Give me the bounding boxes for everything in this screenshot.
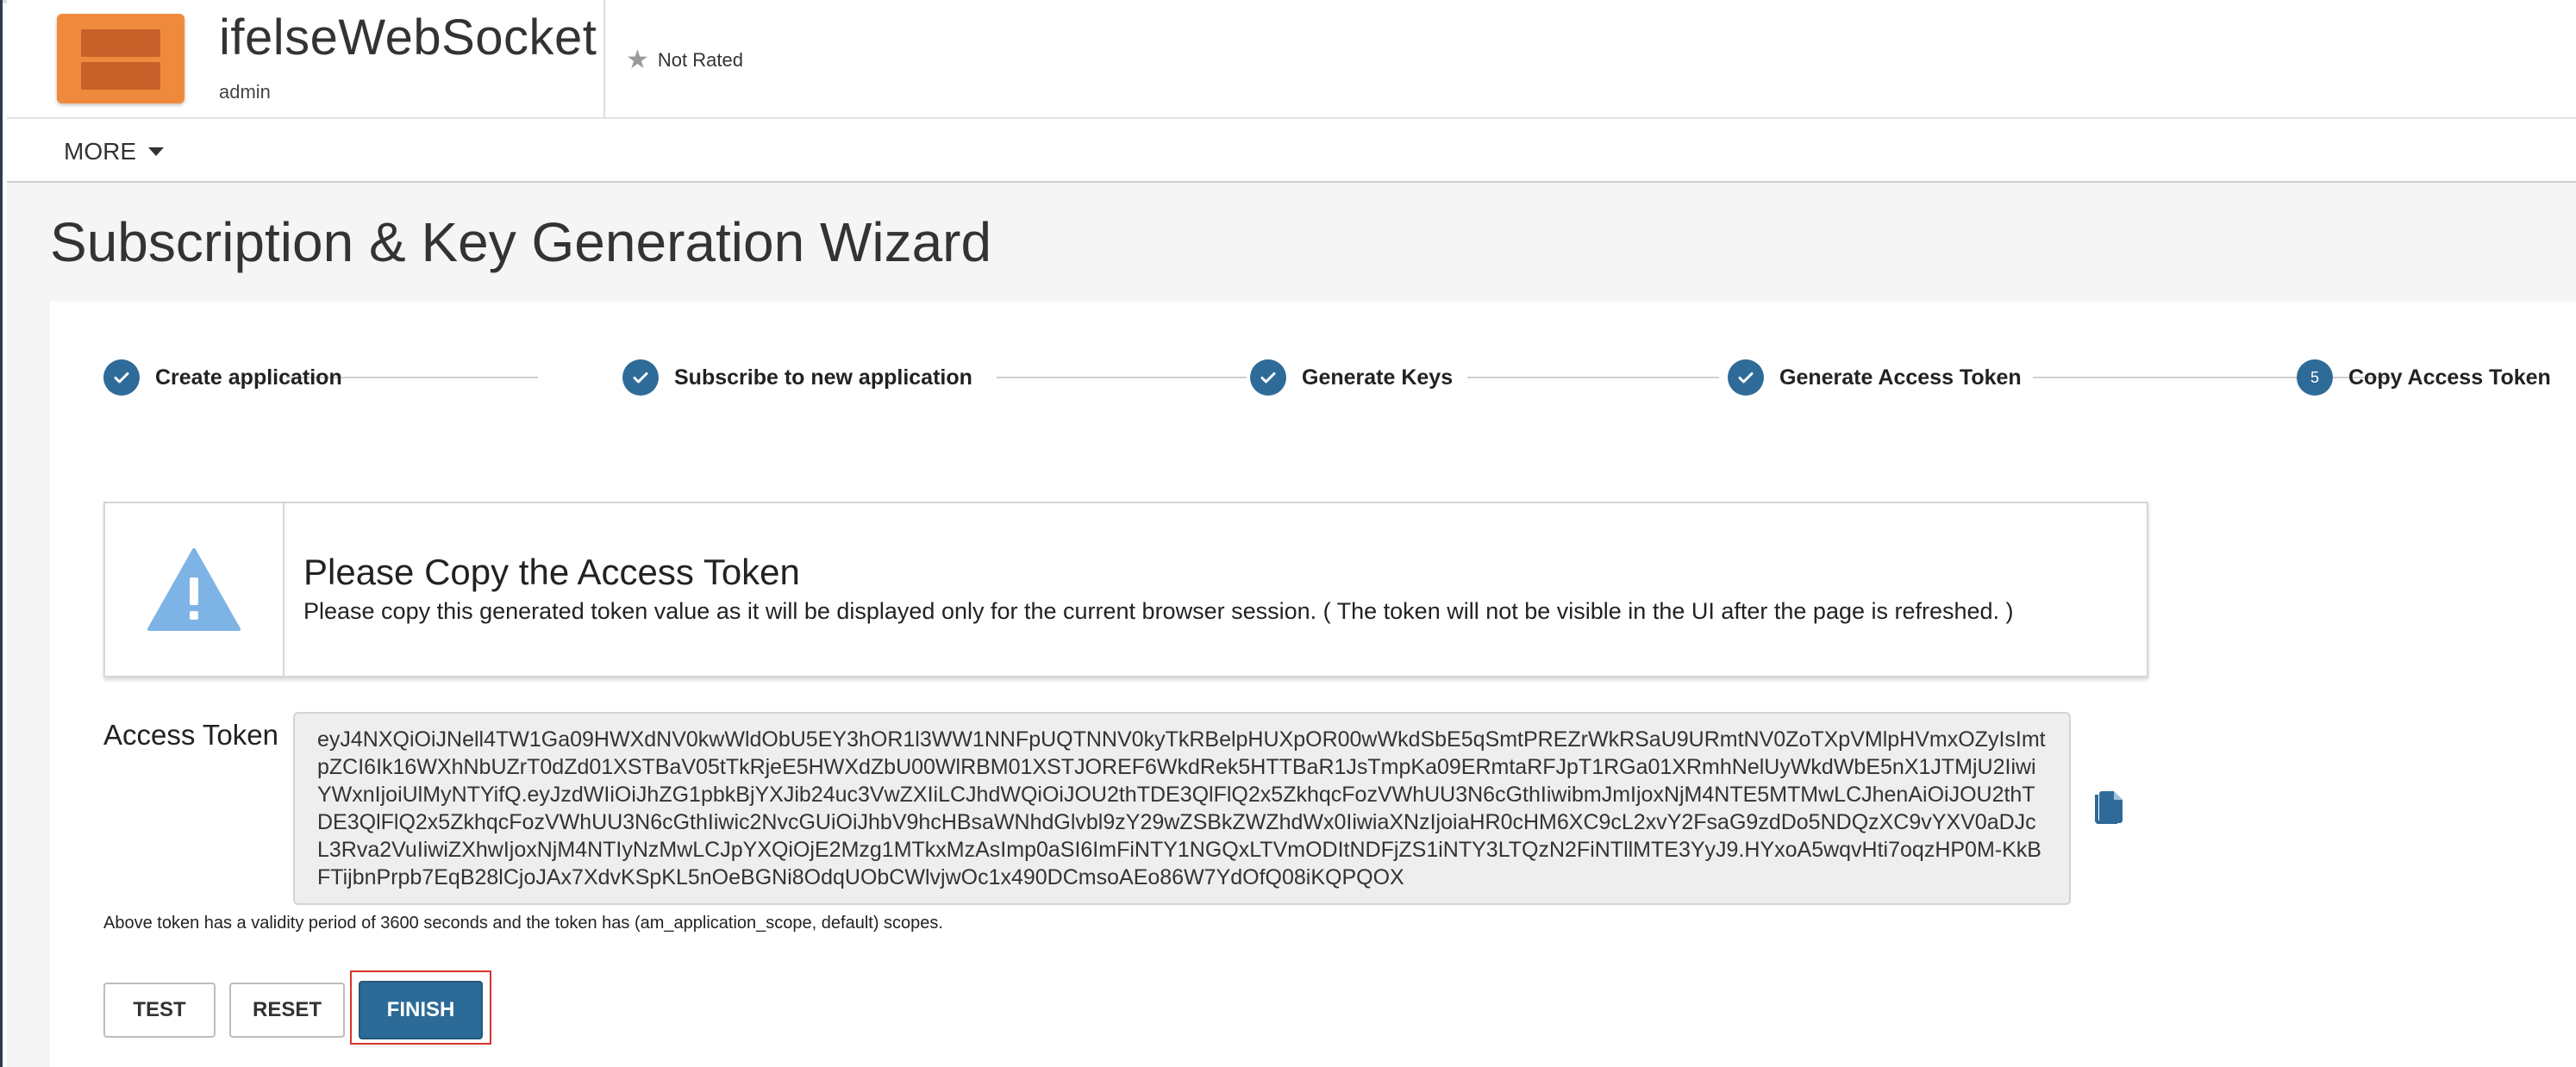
access-token-label: Access Token (103, 719, 278, 751)
rating[interactable]: ★ Not Rated (626, 45, 743, 75)
wizard-panel (50, 302, 2576, 1067)
rating-label: Not Rated (657, 48, 743, 71)
caret-down-icon (148, 147, 164, 156)
step-copy-access-token: 5 Copy Access Token (2297, 359, 2551, 396)
app-header: ifelseWebSocket admin ★ Not Rated (7, 0, 2576, 119)
step-connector (1467, 377, 1719, 378)
secondary-nav: MORE (7, 121, 2576, 183)
step-label: Generate Keys (1302, 365, 1454, 390)
header-divider (603, 0, 605, 119)
step-generate-access-token: Generate Access Token (1728, 359, 2022, 396)
step-connector (997, 377, 1247, 378)
check-icon (1250, 359, 1286, 396)
check-icon (103, 359, 140, 396)
access-token-value[interactable]: eyJ4NXQiOiJNell4TW1Ga09HWXdNV0kwWldObU5E… (317, 726, 2047, 891)
warning-icon (147, 548, 241, 631)
step-label: Subscribe to new application (674, 365, 972, 390)
app-owner: admin (219, 81, 271, 103)
more-label: MORE (64, 138, 136, 165)
window-edge (0, 0, 3, 1067)
step-number: 5 (2297, 359, 2333, 396)
finish-button[interactable]: FINISH (359, 981, 483, 1039)
more-menu-button[interactable]: MORE (64, 138, 164, 165)
step-label: Copy Access Token (2348, 365, 2551, 390)
page-title: Subscription & Key Generation Wizard (50, 211, 992, 273)
token-validity-text: Above token has a validity period of 360… (103, 914, 943, 933)
step-subscribe: Subscribe to new application (622, 359, 972, 396)
wizard-stepper: Create application Subscribe to new appl… (103, 359, 2552, 396)
copy-icon[interactable] (2090, 788, 2128, 829)
app-thumbnail (57, 14, 184, 103)
test-button[interactable]: TEST (103, 983, 216, 1038)
star-icon[interactable]: ★ (626, 45, 649, 75)
alert-icon-cell (105, 503, 284, 676)
check-icon (622, 359, 659, 396)
step-generate-keys: Generate Keys (1250, 359, 1453, 396)
access-token-textarea[interactable]: eyJ4NXQiOiJNell4TW1Ga09HWXdNV0kwWldObU5E… (293, 712, 2071, 905)
step-label: Generate Access Token (1779, 365, 2022, 390)
reset-button[interactable]: RESET (229, 983, 345, 1038)
app-name: ifelseWebSocket (219, 9, 597, 66)
step-label: Create application (155, 365, 342, 390)
alert-message: Please copy this generated token value a… (303, 598, 2014, 624)
copy-token-alert: Please Copy the Access Token Please copy… (103, 502, 2148, 677)
step-create-application: Create application (103, 359, 342, 396)
alert-title: Please Copy the Access Token (303, 552, 800, 592)
check-icon (1728, 359, 1764, 396)
